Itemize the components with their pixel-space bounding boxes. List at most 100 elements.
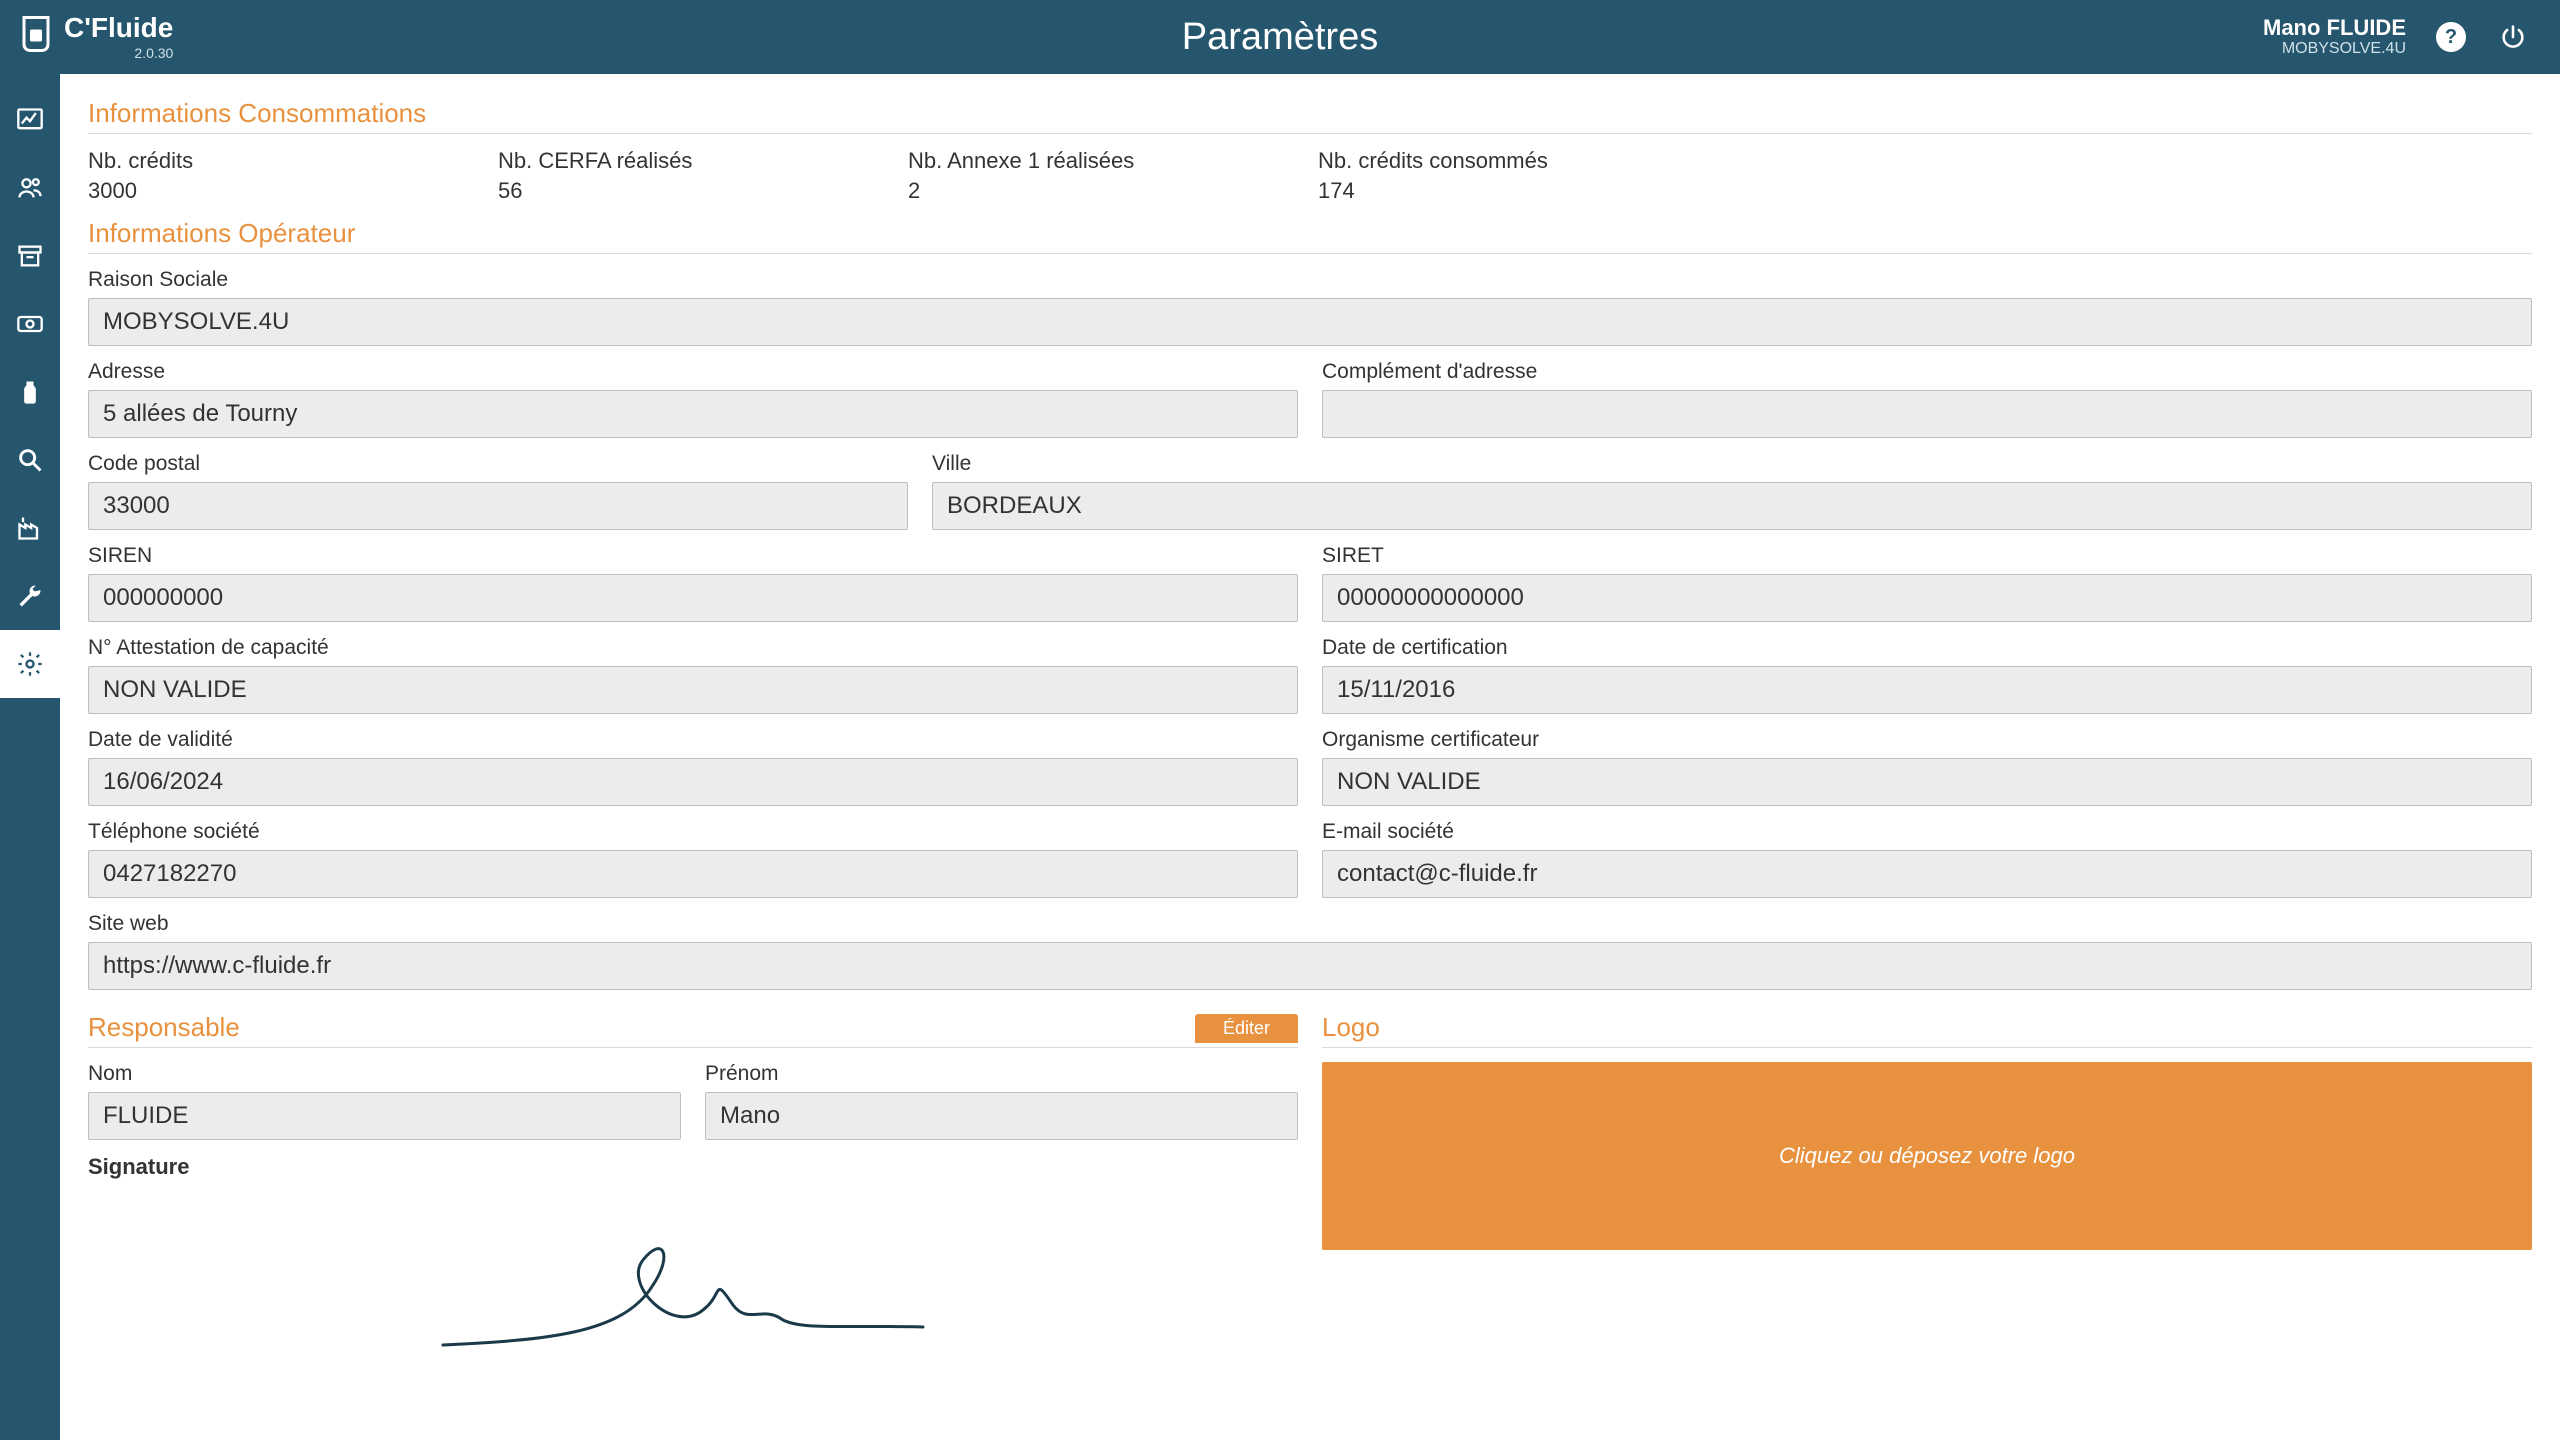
- field-nom: Nom: [88, 1062, 681, 1140]
- sidebar: [0, 74, 60, 1440]
- field-code-postal: Code postal: [88, 452, 908, 530]
- field-date-validite: Date de validité: [88, 728, 1298, 806]
- prenom-input[interactable]: [705, 1092, 1298, 1140]
- stat-consumed: Nb. crédits consommés 174: [1318, 148, 1728, 204]
- date-cert-label: Date de certification: [1322, 636, 2532, 660]
- email-input[interactable]: [1322, 850, 2532, 898]
- date-valid-label: Date de validité: [88, 728, 1298, 752]
- app-version: 2.0.30: [64, 46, 173, 60]
- section-responsable-title-row: Responsable Éditer: [88, 1012, 1298, 1048]
- raison-sociale-label: Raison Sociale: [88, 268, 2532, 292]
- power-icon: [2499, 23, 2527, 51]
- user-company: MOBYSOLVE.4U: [2263, 40, 2406, 58]
- siren-input[interactable]: [88, 574, 1298, 622]
- logo-dropzone[interactable]: Cliquez ou déposez votre logo: [1322, 1062, 2532, 1250]
- sidebar-item-money[interactable]: [0, 290, 60, 358]
- stat-annexe: Nb. Annexe 1 réalisées 2: [908, 148, 1318, 204]
- page-title: Paramètres: [1182, 16, 1378, 59]
- sidebar-item-factory[interactable]: [0, 494, 60, 562]
- date-valid-input[interactable]: [88, 758, 1298, 806]
- sidebar-item-users[interactable]: [0, 154, 60, 222]
- adresse-input[interactable]: [88, 390, 1298, 438]
- stat-consumed-label: Nb. crédits consommés: [1318, 148, 1728, 174]
- email-label: E-mail société: [1322, 820, 2532, 844]
- app-logo[interactable]: C'Fluide 2.0.30: [18, 14, 173, 60]
- sidebar-item-search[interactable]: [0, 426, 60, 494]
- content: Informations Consommations Nb. crédits 3…: [60, 74, 2560, 1440]
- nom-input[interactable]: [88, 1092, 681, 1140]
- siret-label: SIRET: [1322, 544, 2532, 568]
- ville-input[interactable]: [932, 482, 2532, 530]
- users-icon: [16, 174, 44, 202]
- date-cert-input[interactable]: [1322, 666, 2532, 714]
- complement-label: Complément d'adresse: [1322, 360, 2532, 384]
- field-complement: Complément d'adresse: [1322, 360, 2532, 438]
- factory-icon: [16, 514, 44, 542]
- sidebar-item-tools[interactable]: [0, 562, 60, 630]
- signature-image: [88, 1190, 1298, 1390]
- help-button[interactable]: ?: [2434, 20, 2468, 54]
- siren-label: SIREN: [88, 544, 1298, 568]
- signature-icon: [423, 1215, 963, 1365]
- user-name: Mano FLUIDE: [2263, 16, 2406, 40]
- app-name: C'Fluide: [64, 12, 173, 43]
- field-prenom: Prénom: [705, 1062, 1298, 1140]
- field-raison-sociale: Raison Sociale: [88, 268, 2532, 346]
- field-ville: Ville: [932, 452, 2532, 530]
- signature-label: Signature: [88, 1154, 1298, 1180]
- cp-input[interactable]: [88, 482, 908, 530]
- siret-input[interactable]: [1322, 574, 2532, 622]
- search-icon: [16, 446, 44, 474]
- section-operateur-title: Informations Opérateur: [88, 218, 2532, 254]
- power-button[interactable]: [2496, 20, 2530, 54]
- stat-credits-value: 3000: [88, 178, 498, 204]
- sidebar-item-dashboard[interactable]: [0, 86, 60, 154]
- bottle-icon: [16, 378, 44, 406]
- field-attestation: N° Attestation de capacité: [88, 636, 1298, 714]
- edit-responsable-button[interactable]: Éditer: [1195, 1014, 1298, 1043]
- tel-input[interactable]: [88, 850, 1298, 898]
- archive-icon: [16, 242, 44, 270]
- stat-consumed-value: 174: [1318, 178, 1728, 204]
- stats-row: Nb. crédits 3000 Nb. CERFA réalisés 56 N…: [88, 148, 2532, 204]
- prenom-label: Prénom: [705, 1062, 1298, 1086]
- stat-credits: Nb. crédits 3000: [88, 148, 498, 204]
- stat-annexe-label: Nb. Annexe 1 réalisées: [908, 148, 1318, 174]
- section-logo-title: Logo: [1322, 1012, 2532, 1048]
- ville-label: Ville: [932, 452, 2532, 476]
- stat-cerfa: Nb. CERFA réalisés 56: [498, 148, 908, 204]
- logo-icon: [18, 14, 54, 60]
- field-organisme: Organisme certificateur: [1322, 728, 2532, 806]
- tel-label: Téléphone société: [88, 820, 1298, 844]
- money-icon: [16, 310, 44, 338]
- organisme-label: Organisme certificateur: [1322, 728, 2532, 752]
- sidebar-item-settings[interactable]: [0, 630, 60, 698]
- field-siret: SIRET: [1322, 544, 2532, 622]
- topbar: C'Fluide 2.0.30 Paramètres Mano FLUIDE M…: [0, 0, 2560, 74]
- attestation-label: N° Attestation de capacité: [88, 636, 1298, 660]
- field-telephone: Téléphone société: [88, 820, 1298, 898]
- field-date-certification: Date de certification: [1322, 636, 2532, 714]
- organisme-input[interactable]: [1322, 758, 2532, 806]
- chart-icon: [16, 106, 44, 134]
- logo-dropzone-text: Cliquez ou déposez votre logo: [1779, 1143, 2075, 1169]
- raison-sociale-input[interactable]: [88, 298, 2532, 346]
- gear-icon: [16, 650, 44, 678]
- cp-label: Code postal: [88, 452, 908, 476]
- site-input[interactable]: [88, 942, 2532, 990]
- adresse-label: Adresse: [88, 360, 1298, 384]
- stat-cerfa-label: Nb. CERFA réalisés: [498, 148, 908, 174]
- help-icon: ?: [2436, 22, 2466, 52]
- site-label: Site web: [88, 912, 2532, 936]
- field-email: E-mail société: [1322, 820, 2532, 898]
- user-info: Mano FLUIDE MOBYSOLVE.4U: [2263, 16, 2406, 58]
- stat-annexe-value: 2: [908, 178, 1318, 204]
- complement-input[interactable]: [1322, 390, 2532, 438]
- sidebar-item-bottle[interactable]: [0, 358, 60, 426]
- attestation-input[interactable]: [88, 666, 1298, 714]
- sidebar-item-archive[interactable]: [0, 222, 60, 290]
- field-site-web: Site web: [88, 912, 2532, 990]
- nom-label: Nom: [88, 1062, 681, 1086]
- stat-cerfa-value: 56: [498, 178, 908, 204]
- field-siren: SIREN: [88, 544, 1298, 622]
